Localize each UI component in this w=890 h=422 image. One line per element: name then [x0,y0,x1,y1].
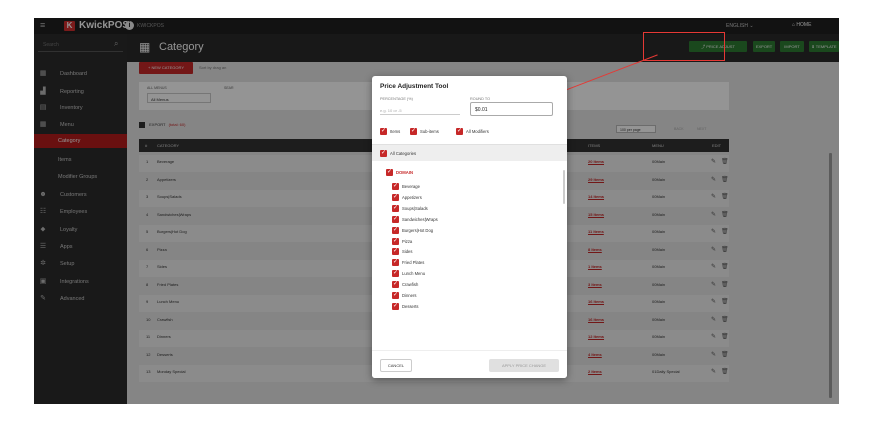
round-to-input[interactable]: $0.01 [470,102,553,116]
category-checkbox[interactable]: ✓ [392,215,399,223]
app-window: ≡ K KwickPOS i KWICKPOS ENGLISH ⌄ ⌂ HOME… [34,18,839,404]
dialog-footer: CANCEL APPLY PRICE CHANGE [372,350,567,378]
cancel-button[interactable]: CANCEL [380,359,412,372]
category-checkbox-label: Soups|Salads [402,205,428,211]
category-checkbox-label: Beverage [402,184,420,189]
price-adjust-highlight [643,32,725,61]
sub-items-checkbox-label: Sub-items [420,129,439,134]
category-checkbox-label: Dinners [402,293,417,298]
list-scrollbar[interactable] [563,170,565,204]
sub-items-checkbox[interactable]: ✓ [410,128,417,135]
category-checkbox[interactable]: ✓ [392,183,399,190]
category-checkbox-label: Lunch Menu [402,271,426,277]
all-categories-checkbox[interactable]: ✓ [380,150,387,157]
dialog-title: Price Adjustment Tool [380,83,449,90]
category-checkbox-label: Desserts [402,303,419,309]
percentage-input[interactable]: e.g. 10 or -5 [380,103,460,115]
category-checkbox-label: Fried Plates [402,260,425,266]
category-checkbox[interactable]: ✓ [392,302,399,310]
category-checkbox-label: Appetizers [402,194,422,200]
category-checkbox[interactable]: ✓ [392,270,399,278]
round-to-label: ROUND TO [470,97,491,101]
apply-price-change-button[interactable]: APPLY PRICE CHANGE [489,359,559,372]
percentage-label: PERCENTAGE (%) [380,97,413,101]
category-checkbox[interactable]: ✓ [392,204,399,212]
category-checkbox[interactable]: ✓ [392,237,399,245]
items-checkbox[interactable]: ✓ [380,128,387,135]
category-checkbox[interactable]: ✓ [392,226,399,234]
category-checkbox[interactable]: ✓ [392,248,399,256]
all-modifiers-checkbox[interactable]: ✓ [456,128,463,135]
category-checkbox[interactable]: ✓ [392,259,399,267]
category-checkbox[interactable]: ✓ [392,281,399,289]
domain-checkbox[interactable]: ✓ [386,169,393,176]
category-checkbox-label: Pizza [402,238,413,244]
all-categories-label: All Categories [390,151,417,156]
domain-label: DOMAIN [396,170,413,175]
category-checkbox[interactable]: ✓ [392,292,399,299]
category-checkbox[interactable]: ✓ [392,193,399,201]
price-adjustment-dialog: Price Adjustment Tool PERCENTAGE (%) e.g… [372,76,567,378]
items-checkbox-label: Items [390,129,401,134]
category-checkbox-label: Sides [402,249,413,255]
category-checkbox-label: Crawfish [402,282,419,288]
all-modifiers-checkbox-label: All Modifiers [466,129,489,134]
category-checkbox-label: Burgers|Hot Dog [402,227,434,233]
category-checkbox-label: Sandwiches|Wraps [402,216,438,222]
